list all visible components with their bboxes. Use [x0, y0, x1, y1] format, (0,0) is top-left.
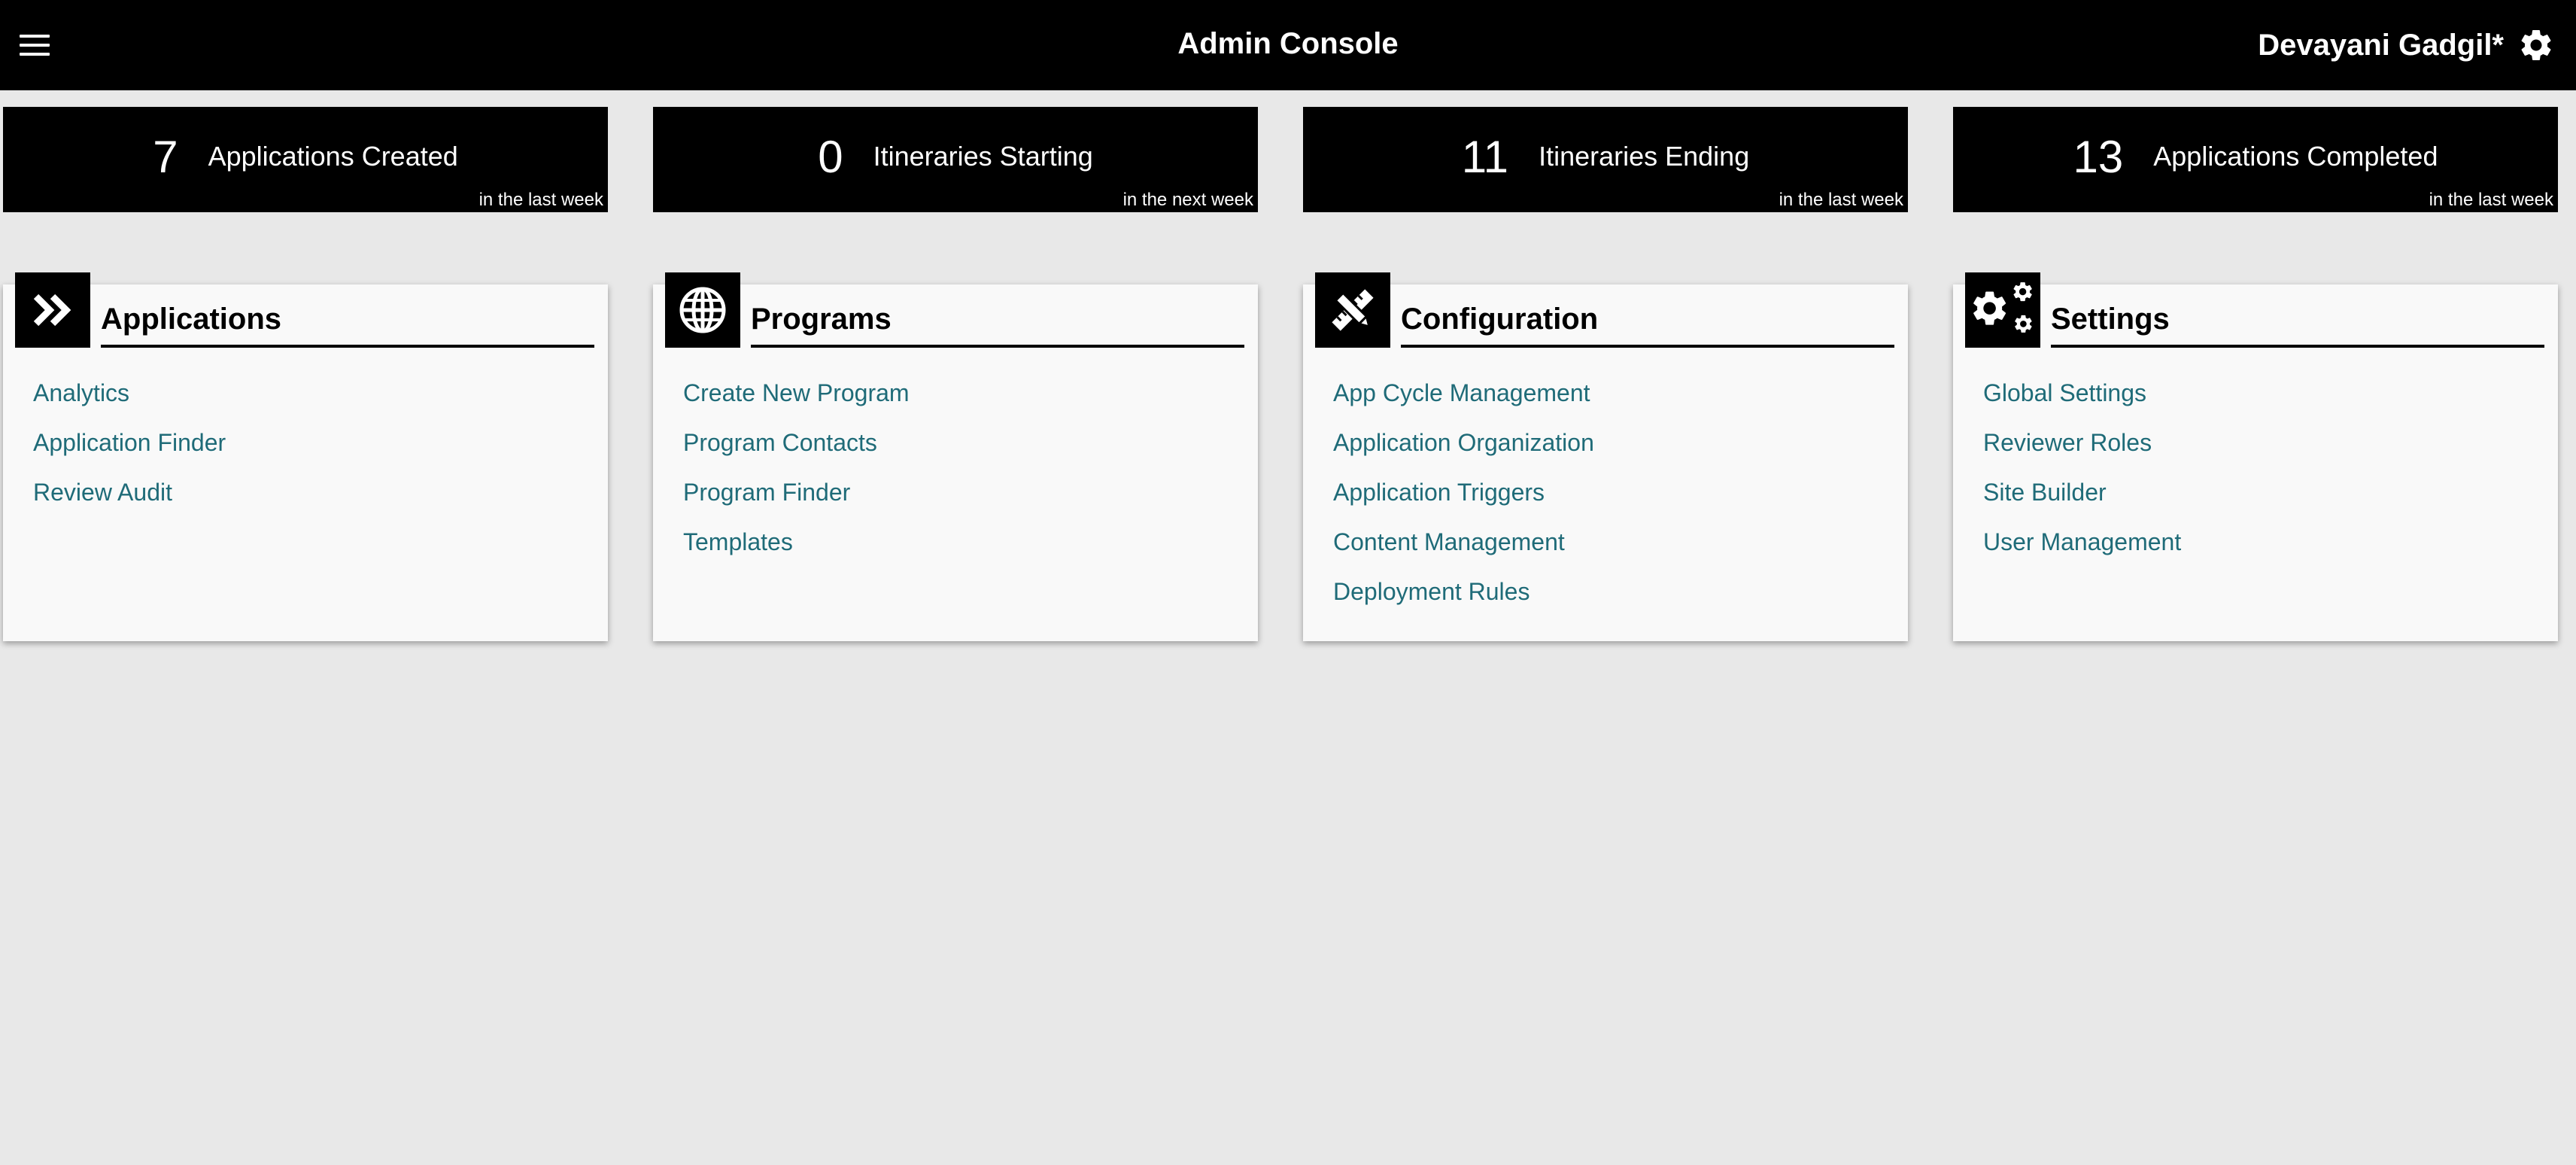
link-content-management[interactable]: Content Management [1333, 528, 1594, 578]
stat-period: in the last week [2429, 190, 2553, 210]
link-program-finder[interactable]: Program Finder [683, 479, 910, 528]
card-title: Settings [2051, 300, 2544, 348]
card-link-list: Analytics Application Finder Review Audi… [33, 379, 226, 528]
card-link-list: Global Settings Reviewer Roles Site Buil… [1983, 379, 2181, 578]
stat-label: Applications Completed [2153, 141, 2438, 172]
stat-period: in the next week [1122, 190, 1253, 210]
link-analytics[interactable]: Analytics [33, 379, 226, 429]
double-chevron-right-icon [15, 272, 90, 348]
gear-icon[interactable] [2517, 26, 2555, 64]
stat-label: Applications Created [208, 141, 458, 172]
user-name[interactable]: Devayani Gadgil* [2258, 29, 2504, 62]
stat-applications-completed: 13 Applications Completed in the last we… [1953, 107, 2558, 212]
hamburger-menu-icon[interactable] [20, 33, 50, 57]
card-link-list: Create New Program Program Contacts Prog… [683, 379, 910, 578]
stat-value: 0 [818, 131, 843, 182]
stat-label: Itineraries Starting [873, 141, 1093, 172]
stat-label: Itineraries Ending [1539, 141, 1750, 172]
page-title: Admin Console [1177, 27, 1399, 60]
link-application-organization[interactable]: Application Organization [1333, 429, 1594, 479]
programs-card: Programs Create New Program Program Cont… [653, 272, 1258, 641]
link-global-settings[interactable]: Global Settings [1983, 379, 2181, 429]
stat-value: 7 [153, 131, 178, 182]
link-application-triggers[interactable]: Application Triggers [1333, 479, 1594, 528]
globe-icon [665, 272, 740, 348]
stat-value: 13 [2073, 131, 2124, 182]
top-bar: Admin Console Devayani Gadgil* [0, 0, 2576, 90]
card-title: Applications [101, 300, 594, 348]
pencil-ruler-icon [1315, 272, 1390, 348]
applications-card: Applications Analytics Application Finde… [3, 272, 608, 641]
stat-period: in the last week [1779, 190, 1903, 210]
link-deployment-rules[interactable]: Deployment Rules [1333, 578, 1594, 628]
settings-card: Settings Global Settings Reviewer Roles … [1953, 272, 2558, 641]
stat-period: in the last week [478, 190, 603, 210]
link-program-contacts[interactable]: Program Contacts [683, 429, 910, 479]
gears-icon [1965, 272, 2040, 348]
user-area: Devayani Gadgil* [2258, 0, 2555, 90]
card-title: Configuration [1401, 300, 1894, 348]
link-create-new-program[interactable]: Create New Program [683, 379, 910, 429]
link-user-management[interactable]: User Management [1983, 528, 2181, 578]
card-title: Programs [751, 300, 1244, 348]
link-review-audit[interactable]: Review Audit [33, 479, 226, 528]
stat-itineraries-starting: 0 Itineraries Starting in the next week [653, 107, 1258, 212]
stat-itineraries-ending: 11 Itineraries Ending in the last week [1303, 107, 1908, 212]
link-templates[interactable]: Templates [683, 528, 910, 578]
link-reviewer-roles[interactable]: Reviewer Roles [1983, 429, 2181, 479]
link-site-builder[interactable]: Site Builder [1983, 479, 2181, 528]
stat-applications-created: 7 Applications Created in the last week [3, 107, 608, 212]
link-app-cycle-management[interactable]: App Cycle Management [1333, 379, 1594, 429]
stat-value: 11 [1461, 131, 1509, 182]
configuration-card: Configuration App Cycle Management Appli… [1303, 272, 1908, 641]
link-application-finder[interactable]: Application Finder [33, 429, 226, 479]
card-link-list: App Cycle Management Application Organiz… [1333, 379, 1594, 628]
